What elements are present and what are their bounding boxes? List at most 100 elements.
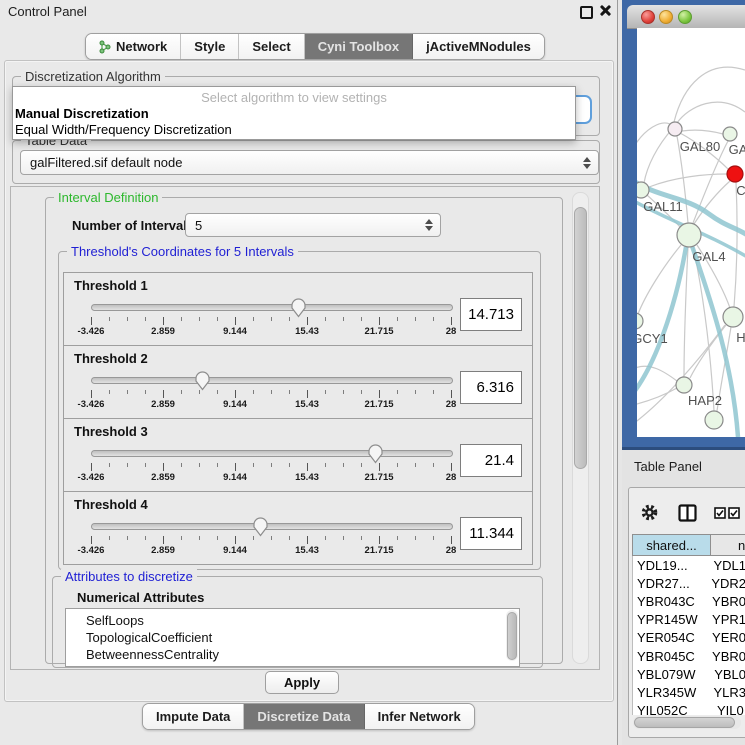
slider-thumb-icon[interactable]: [367, 443, 384, 464]
tick-label: 2.859: [151, 545, 175, 556]
cell-shared-name: YER054C: [633, 630, 707, 645]
table-row[interactable]: YBR043CYBR0: [633, 592, 745, 610]
network-edge[interactable]: [682, 130, 723, 134]
network-edge[interactable]: [644, 128, 673, 183]
scrollbar-thumb[interactable]: [634, 717, 735, 728]
tick-mark: [145, 317, 146, 321]
algorithm-option[interactable]: Equal Width/Frequency Discretization: [13, 122, 575, 138]
list-item[interactable]: BetweennessCentrality: [66, 646, 519, 663]
number-of-intervals-label: Number of Intervals: [72, 218, 194, 233]
table-row[interactable]: YDR27...YDR2: [633, 574, 745, 592]
tab-label: Select: [252, 39, 290, 54]
network-edge[interactable]: [677, 102, 745, 123]
network-node[interactable]: [723, 127, 737, 141]
scrollbar-thumb[interactable]: [574, 207, 587, 469]
tick-label: 9.144: [223, 472, 247, 483]
slider-thumb-icon[interactable]: [194, 370, 211, 391]
network-edge[interactable]: [734, 182, 737, 307]
network-node[interactable]: [637, 313, 643, 329]
threshold-value-field[interactable]: 14.713: [460, 298, 522, 331]
zoom-window-icon[interactable]: [678, 10, 692, 24]
tab-jactivemnodules[interactable]: jActiveMNodules: [413, 34, 544, 59]
threshold-value-field[interactable]: 11.344: [460, 517, 522, 550]
network-icon: [99, 40, 111, 54]
column-header-name[interactable]: na: [711, 534, 745, 556]
tick-mark: [397, 463, 398, 467]
numerical-attributes-list[interactable]: SelfLoopsTopologicalCoefficientBetweenne…: [65, 608, 520, 667]
slider-thumb-icon[interactable]: [290, 297, 307, 318]
network-node[interactable]: [727, 166, 743, 182]
table-header: shared...na: [632, 534, 745, 556]
table-row[interactable]: YIL052CYIL0: [633, 702, 745, 716]
tab-label: Style: [194, 39, 225, 54]
tick-mark: [127, 390, 128, 394]
table-row[interactable]: YLR345WYLR3: [633, 683, 745, 701]
threshold-slider-track[interactable]: [91, 450, 453, 457]
network-edge[interactable]: [637, 123, 670, 148]
table-row[interactable]: YPR145WYPR1: [633, 611, 745, 629]
column-header-shared-name[interactable]: shared...: [632, 534, 711, 556]
tab-select[interactable]: Select: [239, 34, 304, 59]
network-canvas[interactable]: GAL80GACGAL11GAL4GCY1HHAP2: [637, 28, 745, 437]
network-edge[interactable]: [684, 247, 688, 377]
slider-thumb-icon[interactable]: [252, 516, 269, 537]
checkbox-checked-icon[interactable]: [728, 507, 740, 519]
table-row[interactable]: YBL079WYBL0: [633, 665, 745, 683]
cell-name: YBR0: [707, 649, 745, 664]
split-table-icon[interactable]: [678, 504, 697, 522]
tick-mark: [271, 463, 272, 467]
float-panel-icon[interactable]: [580, 6, 593, 19]
cell-name: YDR2: [706, 576, 745, 591]
network-node[interactable]: [637, 182, 649, 198]
gear-icon[interactable]: [640, 503, 659, 522]
tick-mark: [343, 390, 344, 394]
threshold-slider-track[interactable]: [91, 377, 453, 384]
threshold-value-field[interactable]: 21.4: [460, 444, 522, 477]
minimize-window-icon[interactable]: [659, 10, 673, 24]
tick-mark: [397, 536, 398, 540]
threshold-panel: Threshold 1-3.4262.8599.14415.4321.71528…: [63, 272, 533, 346]
tick-mark: [253, 463, 254, 467]
algorithm-option[interactable]: Manual Discretization: [13, 106, 575, 122]
table-row[interactable]: YBR045CYBR0: [633, 647, 745, 665]
table-row[interactable]: YER054CYER0: [633, 629, 745, 647]
network-node[interactable]: [668, 122, 682, 136]
vertical-scrollbar[interactable]: [572, 192, 589, 664]
network-edge[interactable]: [649, 174, 727, 187]
network-node[interactable]: [677, 223, 701, 247]
threshold-slider-track[interactable]: [91, 523, 453, 530]
vertical-scrollbar[interactable]: [506, 610, 518, 661]
node-label: HAP2: [688, 393, 722, 408]
list-item[interactable]: SelfLoops: [66, 612, 519, 629]
panel-title: Control Panel: [8, 4, 87, 19]
network-node[interactable]: [723, 307, 743, 327]
network-node[interactable]: [705, 411, 723, 429]
table-data-select[interactable]: galFiltered.sif default node: [20, 150, 599, 175]
close-panel-icon[interactable]: [599, 4, 612, 17]
apply-button[interactable]: Apply: [265, 671, 339, 694]
cell-name: YER0: [707, 630, 745, 645]
tab-infer-network[interactable]: Infer Network: [365, 704, 474, 729]
tick-mark: [217, 317, 218, 321]
tab-cyni-toolbox[interactable]: Cyni Toolbox: [305, 34, 413, 59]
scrollbar-thumb[interactable]: [507, 612, 517, 660]
close-window-icon[interactable]: [641, 10, 655, 24]
threshold-slider-track[interactable]: [91, 304, 453, 311]
list-item[interactable]: TopologicalCoefficient: [66, 629, 519, 646]
tick-mark: [343, 463, 344, 467]
number-of-intervals-select[interactable]: 5: [185, 213, 441, 237]
tab-network[interactable]: Network: [86, 34, 181, 59]
tick-mark: [235, 317, 236, 325]
tab-discretize-data[interactable]: Discretize Data: [244, 704, 364, 729]
network-window-titlebar[interactable]: [627, 5, 745, 29]
network-edge[interactable]: [693, 246, 714, 411]
checkbox-checked-icon[interactable]: [714, 507, 726, 519]
threshold-value-field[interactable]: 6.316: [460, 371, 522, 404]
tick-mark: [163, 536, 164, 544]
tab-label: Infer Network: [378, 709, 461, 724]
tab-impute-data[interactable]: Impute Data: [143, 704, 244, 729]
table-row[interactable]: YDL19...YDL1: [633, 556, 745, 574]
horizontal-scrollbar[interactable]: [633, 716, 741, 729]
tab-style[interactable]: Style: [181, 34, 239, 59]
network-node[interactable]: [676, 377, 692, 393]
